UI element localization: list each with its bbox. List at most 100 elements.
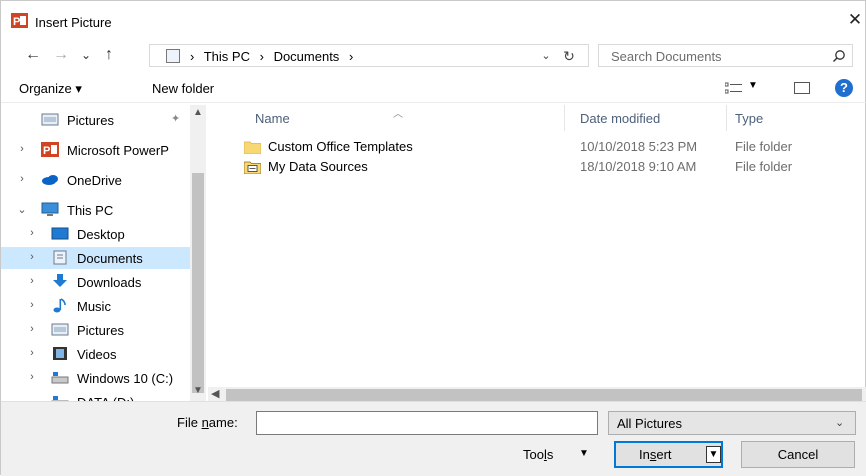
breadcrumb-separator[interactable]: › (349, 49, 353, 64)
chevron-right-icon[interactable]: › (25, 299, 39, 311)
insert-options-dropdown-icon[interactable]: ▼ (706, 446, 721, 463)
drive-icon (51, 396, 69, 401)
file-list[interactable]: ︿ Name Date modified Type Custom Office … (208, 105, 866, 403)
column-divider[interactable] (726, 105, 727, 131)
sidebar-item-pictures[interactable]: › Pictures (1, 319, 190, 341)
dialog-footer: File name: ⌄ All Pictures ⌄ Tools ▼ Inse… (1, 401, 866, 476)
sidebar-item-label: Microsoft PowerP (67, 143, 169, 158)
up-button[interactable]: ↑ (99, 45, 119, 65)
search-input[interactable]: Search Documents (611, 49, 722, 64)
tools-dropdown-icon[interactable]: ▼ (579, 448, 589, 459)
documents-icon (53, 250, 67, 265)
scroll-left-icon[interactable]: ◀ (211, 387, 219, 400)
search-box[interactable]: Search Documents (598, 44, 853, 67)
sidebar-item-label: OneDrive (67, 173, 122, 188)
chevron-right-icon[interactable]: › (25, 251, 39, 263)
help-button[interactable]: ? (835, 79, 853, 97)
nav-pane-scrollbar[interactable]: ▲ ▼ (190, 105, 206, 401)
file-name-input[interactable]: ⌄ (256, 411, 841, 435)
navigation-pane[interactable]: Pictures ✦ › P Microsoft PowerP › OneDrive ⌄ Thi… (1, 105, 206, 401)
change-view-icon[interactable] (725, 82, 743, 95)
sidebar-item-pictures[interactable]: Pictures ✦ (1, 109, 190, 131)
sidebar-item-microsoft-powerp[interactable]: › P Microsoft PowerP (1, 139, 190, 161)
file-type-filter-select[interactable]: All Pictures ⌄ (608, 411, 856, 435)
chevron-right-icon[interactable]: › (25, 371, 39, 383)
cancel-button[interactable]: Cancel (741, 441, 855, 468)
onedrive-icon (42, 175, 58, 185)
pin-icon[interactable]: ✦ (171, 112, 180, 125)
pictures-folder-icon (41, 113, 59, 126)
organize-button[interactable]: Organize ▾ (19, 81, 82, 97)
downloads-icon (53, 274, 67, 287)
sidebar-item-downloads[interactable]: › Downloads (1, 271, 190, 293)
documents-icon (166, 49, 180, 63)
back-button[interactable]: ← (23, 45, 43, 65)
view-dropdown-icon[interactable]: ▼ (748, 80, 758, 91)
desktop-icon (51, 227, 69, 240)
search-icon (833, 50, 845, 62)
sidebar-item-label: Documents (77, 251, 143, 266)
file-date: 10/10/2018 5:23 PM (580, 139, 698, 154)
sidebar-item-videos[interactable]: › Videos (1, 343, 190, 365)
new-folder-button[interactable]: New folder (152, 81, 214, 96)
scroll-up-icon[interactable]: ▲ (190, 107, 206, 118)
chevron-right-icon[interactable]: › (25, 275, 39, 287)
pictures-folder-icon (51, 323, 69, 336)
insert-picture-dialog: P Insert Picture ✕ ← → ⌄ ↑ › This PC › D… (0, 0, 866, 476)
close-button[interactable]: ✕ (845, 10, 865, 30)
file-type: File folder (735, 139, 793, 154)
breadcrumb-documents[interactable]: Documents (274, 49, 340, 64)
folder-icon (244, 141, 261, 154)
sidebar-item-documents[interactable]: › Documents (1, 247, 190, 269)
tools-button[interactable]: Tools (523, 447, 553, 462)
command-bar: Organize ▾ New folder ▼ ? (1, 75, 866, 103)
sidebar-item-windows-10-c[interactable]: › Windows 10 (C:) (1, 367, 190, 389)
svg-text:P: P (13, 16, 20, 28)
column-header-type[interactable]: Type (735, 111, 763, 126)
address-history-chevron-icon[interactable]: ⌄ (536, 46, 556, 66)
list-item[interactable]: Custom Office Templates 10/10/2018 5:23 … (238, 137, 866, 157)
chevron-right-icon[interactable]: › (25, 347, 39, 359)
chevron-right-icon[interactable]: › (15, 143, 29, 155)
sidebar-item-label: Pictures (67, 113, 114, 128)
breadcrumb: › This PC › Documents › (190, 49, 359, 64)
insert-button[interactable]: Insert ▼ (614, 441, 723, 468)
column-header-name[interactable]: Name (255, 111, 290, 126)
sidebar-item-label: Music (77, 299, 111, 314)
videos-icon (53, 347, 67, 360)
scrollbar-thumb[interactable] (192, 173, 204, 393)
data-sources-folder-icon (244, 161, 261, 174)
chevron-down-icon[interactable]: ⌄ (15, 203, 29, 216)
column-header-date-modified[interactable]: Date modified (580, 111, 660, 126)
sidebar-item-label: This PC (67, 203, 114, 218)
forward-button[interactable]: → (51, 45, 71, 65)
insert-button-label: Insert (639, 447, 672, 462)
breadcrumb-separator: › (259, 49, 264, 64)
scrollbar-thumb[interactable] (226, 389, 862, 401)
list-item[interactable]: My Data Sources 18/10/2018 9:10 AM File … (238, 157, 866, 177)
file-name: Custom Office Templates (268, 139, 413, 154)
scroll-down-icon[interactable]: ▼ (190, 385, 206, 396)
powerpoint-icon: P (41, 142, 59, 157)
address-bar[interactable]: › This PC › Documents › ⌄ ↻ (149, 44, 589, 67)
sidebar-item-onedrive[interactable]: › OneDrive (1, 169, 190, 191)
file-type: File folder (735, 159, 793, 174)
sidebar-item-this-pc[interactable]: ⌄ This PC (1, 199, 190, 221)
recent-locations-button[interactable]: ⌄ (76, 45, 96, 65)
breadcrumb-separator: › (190, 49, 195, 64)
chevron-right-icon[interactable]: › (15, 173, 29, 185)
sidebar-item-data-d[interactable]: DATA (D:) (1, 391, 190, 401)
sidebar-item-music[interactable]: › Music (1, 295, 190, 317)
sidebar-item-label: Windows 10 (C:) (77, 371, 174, 386)
chevron-right-icon[interactable]: › (25, 323, 39, 335)
sidebar-item-label: Desktop (77, 227, 125, 242)
refresh-icon[interactable]: ↻ (558, 46, 580, 66)
sort-ascending-icon: ︿ (393, 109, 403, 120)
file-name-label: File name: (177, 415, 238, 430)
breadcrumb-this-pc[interactable]: This PC (204, 49, 250, 64)
chevron-right-icon[interactable]: › (25, 227, 39, 239)
preview-pane-icon[interactable] (794, 82, 810, 94)
column-divider[interactable] (564, 105, 565, 131)
sidebar-item-desktop[interactable]: › Desktop (1, 223, 190, 245)
chevron-down-icon[interactable]: ⌄ (835, 416, 844, 429)
